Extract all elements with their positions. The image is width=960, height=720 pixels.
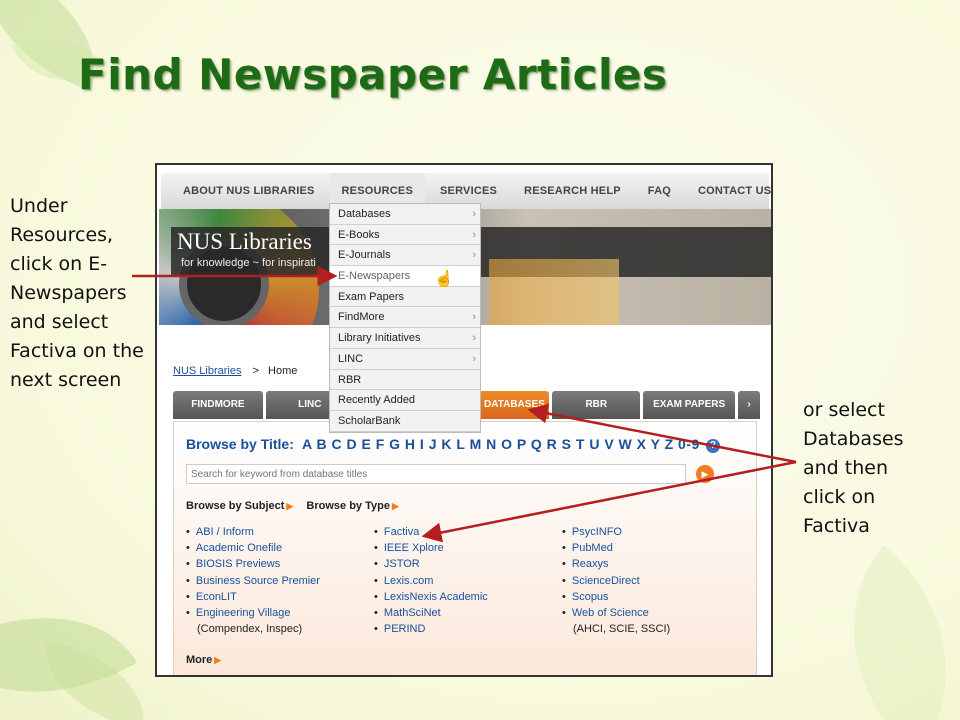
database-link[interactable]: • LexisNexis Academic (374, 589, 488, 605)
database-link[interactable]: • Business Source Premier (186, 573, 320, 589)
menu-item-e-books[interactable]: E-Books › (330, 224, 480, 246)
database-link[interactable]: • Academic Onefile (186, 540, 320, 556)
chevron-right-icon: › (472, 332, 476, 345)
database-link[interactable]: • PsycINFO (562, 524, 670, 540)
resources-dropdown-menu: Databases › E-Books › E-Journals › E-Newspa… (329, 203, 481, 433)
search-go-button[interactable]: ▶ (696, 465, 714, 483)
browse-by-title-label: Browse by Title: (186, 436, 294, 452)
menu-item-findmore[interactable]: FindMore › (330, 307, 480, 329)
tab-rbr[interactable]: RBR (552, 391, 641, 419)
database-link[interactable]: • MathSciNet (374, 605, 488, 621)
database-link[interactable]: • PERIND (374, 621, 488, 637)
nav-about[interactable]: ABOUT NUS LIBRARIES (183, 185, 315, 197)
database-link[interactable]: • Scopus (562, 589, 670, 605)
database-link[interactable]: • Engineering Village (Compendex, Inspec) (186, 605, 320, 637)
menu-item-databases[interactable]: Databases › (330, 204, 480, 225)
breadcrumb-separator: > (252, 365, 259, 377)
browse-by-type-link[interactable]: Browse by Type ▶ (306, 500, 398, 512)
chevron-right-icon: › (472, 249, 476, 262)
chevron-right-icon: › (472, 311, 476, 324)
menu-item-linc[interactable]: LINC › (330, 348, 480, 370)
tab-exam-papers[interactable]: EXAM PAPERS (643, 391, 736, 419)
database-link[interactable]: • EconLIT (186, 589, 320, 605)
website-screenshot: ABOUT NUS LIBRARIES RESOURCES SERVICES R… (155, 163, 773, 677)
breadcrumb: NUS Libraries > Home (173, 365, 297, 377)
browse-letters[interactable]: A B C D E F G H I J K L M N O P Q R S T … (302, 436, 721, 453)
browse-by-links: Browse by Subject ▶ Browse by Type ▶ (186, 500, 399, 512)
browse-panel: Browse by Title: A B C D E F G H I J K L… (173, 421, 757, 675)
database-link[interactable]: • Reaxys (562, 556, 670, 572)
nav-faq[interactable]: FAQ (648, 185, 671, 197)
database-list-column-1: • ABI / Inform • Academic Onefile • BIOSIS … (186, 524, 320, 637)
nav-services[interactable]: SERVICES (440, 185, 497, 197)
decorative-leaf (793, 544, 960, 720)
database-list-column-2: • Factiva • IEEE Xplore • JSTOR • Lexis.com … (374, 524, 488, 637)
database-link[interactable]: • ScienceDirect (562, 573, 670, 589)
slide-title: Find Newspaper Articles (78, 50, 668, 99)
tabs-next-button[interactable]: › (738, 391, 761, 419)
browse-by-subject-link[interactable]: Browse by Subject ▶ (186, 500, 293, 512)
left-callout-text: Under Resources, click on E-Newspapers a… (10, 195, 144, 391)
database-link[interactable]: • JSTOR (374, 556, 488, 572)
database-link[interactable]: • Lexis.com (374, 573, 488, 589)
tab-findmore[interactable]: FINDMORE (173, 391, 263, 419)
breadcrumb-current: Home (268, 365, 298, 377)
database-link[interactable]: • IEEE Xplore (374, 540, 488, 556)
breadcrumb-home-link[interactable]: NUS Libraries (173, 365, 241, 377)
chevron-right-icon: › (472, 208, 476, 220)
right-callout-text: or select Databases and then click on Fa… (803, 399, 904, 537)
database-link[interactable]: • BIOSIS Previews (186, 556, 320, 572)
database-list-column-3: • PsycINFO • PubMed • Reaxys • ScienceDirect… (562, 524, 670, 637)
menu-item-rbr[interactable]: RBR (330, 369, 480, 391)
chevron-right-icon: › (472, 228, 476, 241)
library-tagline: for knowledge ~ for inspirati (181, 257, 316, 269)
more-link[interactable]: More ▶ (186, 654, 221, 666)
database-link-factiva[interactable]: • Factiva (374, 524, 488, 540)
menu-item-e-newspapers[interactable]: E-Newspapers ☝ (330, 266, 480, 288)
tab-databases[interactable]: DATABASES (479, 391, 550, 419)
menu-item-scholarbank[interactable]: ScholarBank (330, 410, 480, 432)
database-link[interactable]: • ABI / Inform (186, 524, 320, 540)
menu-item-e-journals[interactable]: E-Journals › (330, 245, 480, 267)
help-icon[interactable]: ? (706, 439, 721, 453)
nav-contact[interactable]: CONTACT US (698, 185, 771, 197)
nav-research-help[interactable]: RESEARCH HELP (524, 185, 621, 197)
library-brand: NUS Libraries (177, 229, 312, 254)
database-link[interactable]: • PubMed (562, 540, 670, 556)
database-link[interactable]: • Web of Science (AHCI, SCIE, SSCI) (562, 605, 670, 637)
database-search-input[interactable] (186, 464, 686, 484)
menu-item-library-initiatives[interactable]: Library Initiatives › (330, 328, 480, 349)
chevron-right-icon: › (472, 352, 476, 365)
menu-item-exam-papers[interactable]: Exam Papers (330, 286, 480, 308)
menu-item-recently-added[interactable]: Recently Added (330, 390, 480, 411)
banner-graphic (489, 259, 619, 325)
